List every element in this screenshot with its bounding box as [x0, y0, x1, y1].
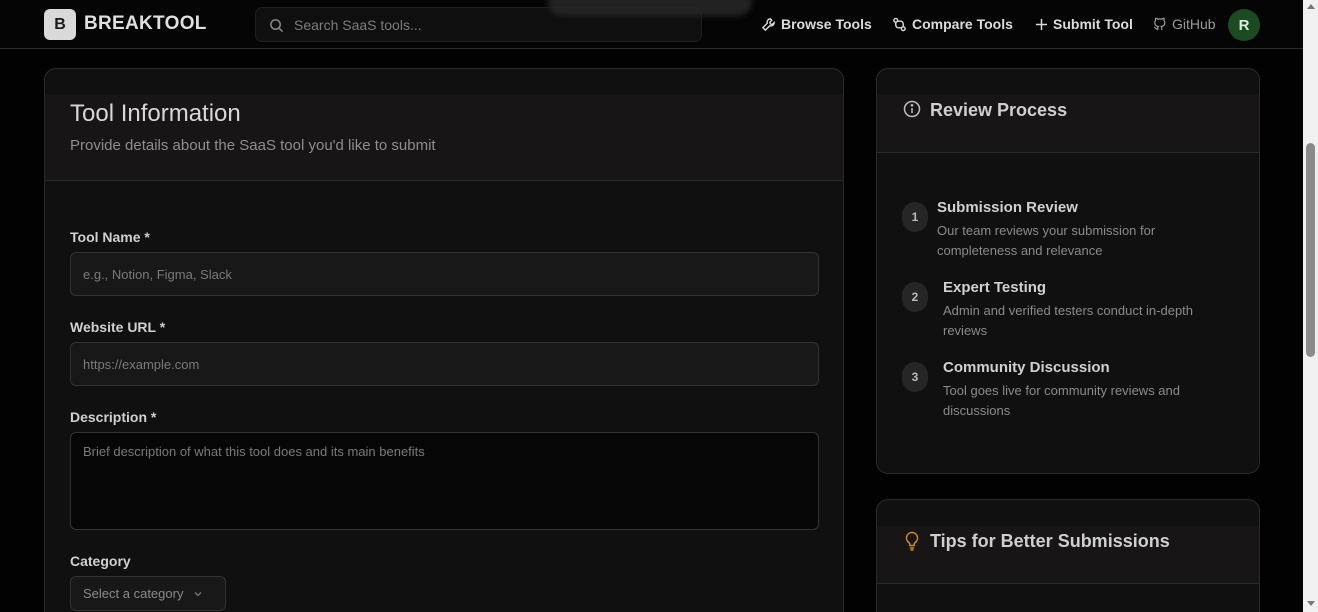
card-title: Tool Information	[70, 100, 241, 127]
plus-icon	[1035, 18, 1048, 30]
nav-github-label: GitHub	[1172, 16, 1216, 32]
avatar-letter: R	[1238, 16, 1250, 34]
blurred-toast	[548, 0, 752, 16]
website-url-input[interactable]	[70, 342, 819, 386]
description-textarea[interactable]	[70, 432, 819, 530]
step-description: Our team reviews your submission for com…	[937, 223, 1156, 258]
step-number: 2	[902, 282, 928, 312]
scrollbar-thumb[interactable]	[1306, 143, 1315, 357]
step-title: Expert Testing	[943, 279, 1047, 296]
tips-title: Tips for Better Submissions	[930, 531, 1170, 551]
tips-card: Tips for Better Submissions	[876, 499, 1260, 612]
nav-compare-label: Compare Tools	[912, 16, 1013, 32]
tool-name-input[interactable]	[70, 252, 819, 296]
scroll-up-icon[interactable]	[1307, 4, 1315, 9]
page: B BREAKTOOL Browse Tools Compare Tools S…	[0, 0, 1318, 612]
website-url-label: Website URL *	[70, 319, 166, 335]
wrench-icon	[761, 17, 775, 31]
category-label: Category	[70, 553, 131, 569]
step-title: Community Discussion	[943, 359, 1110, 376]
info-icon	[903, 100, 921, 118]
search-icon	[270, 19, 284, 33]
lightbulb-icon	[905, 531, 919, 551]
nav-submit-tool[interactable]: Submit Tool	[1035, 16, 1133, 32]
nav-submit-label: Submit Tool	[1053, 16, 1133, 32]
tool-information-card: Tool Information Provide details about t…	[44, 68, 844, 612]
nav-browse-tools[interactable]: Browse Tools	[761, 16, 872, 32]
card-subtitle: Provide details about the SaaS tool you'…	[70, 137, 436, 154]
compare-icon	[893, 17, 906, 31]
step-number: 3	[902, 362, 928, 392]
description-label: Description *	[70, 409, 157, 425]
user-avatar[interactable]: R	[1228, 9, 1260, 41]
logo-letter: B	[54, 15, 66, 33]
review-process-title: Review Process	[930, 100, 1068, 120]
logo-icon[interactable]: B	[44, 9, 76, 40]
step-description: Tool goes live for community reviews and…	[943, 383, 1180, 418]
step-description: Admin and verified testers conduct in-de…	[943, 303, 1194, 338]
nav-compare-tools[interactable]: Compare Tools	[892, 16, 1013, 32]
review-process-card: Review Process 1 Submission Review Our t…	[876, 68, 1260, 474]
brand-name[interactable]: BREAKTOOL	[84, 13, 207, 35]
category-select-value: Select a category	[83, 586, 184, 601]
top-navbar: B BREAKTOOL Browse Tools Compare Tools S…	[0, 0, 1303, 49]
nav-browse-label: Browse Tools	[781, 16, 872, 32]
scroll-down-icon[interactable]	[1307, 601, 1315, 606]
category-select[interactable]: Select a category	[70, 576, 226, 611]
chevron-down-icon	[194, 591, 202, 596]
nav-github[interactable]: GitHub	[1153, 16, 1216, 32]
step-title: Submission Review	[937, 199, 1078, 216]
github-icon	[1154, 17, 1166, 31]
tool-name-label: Tool Name *	[70, 229, 150, 245]
step-number: 1	[902, 202, 928, 232]
